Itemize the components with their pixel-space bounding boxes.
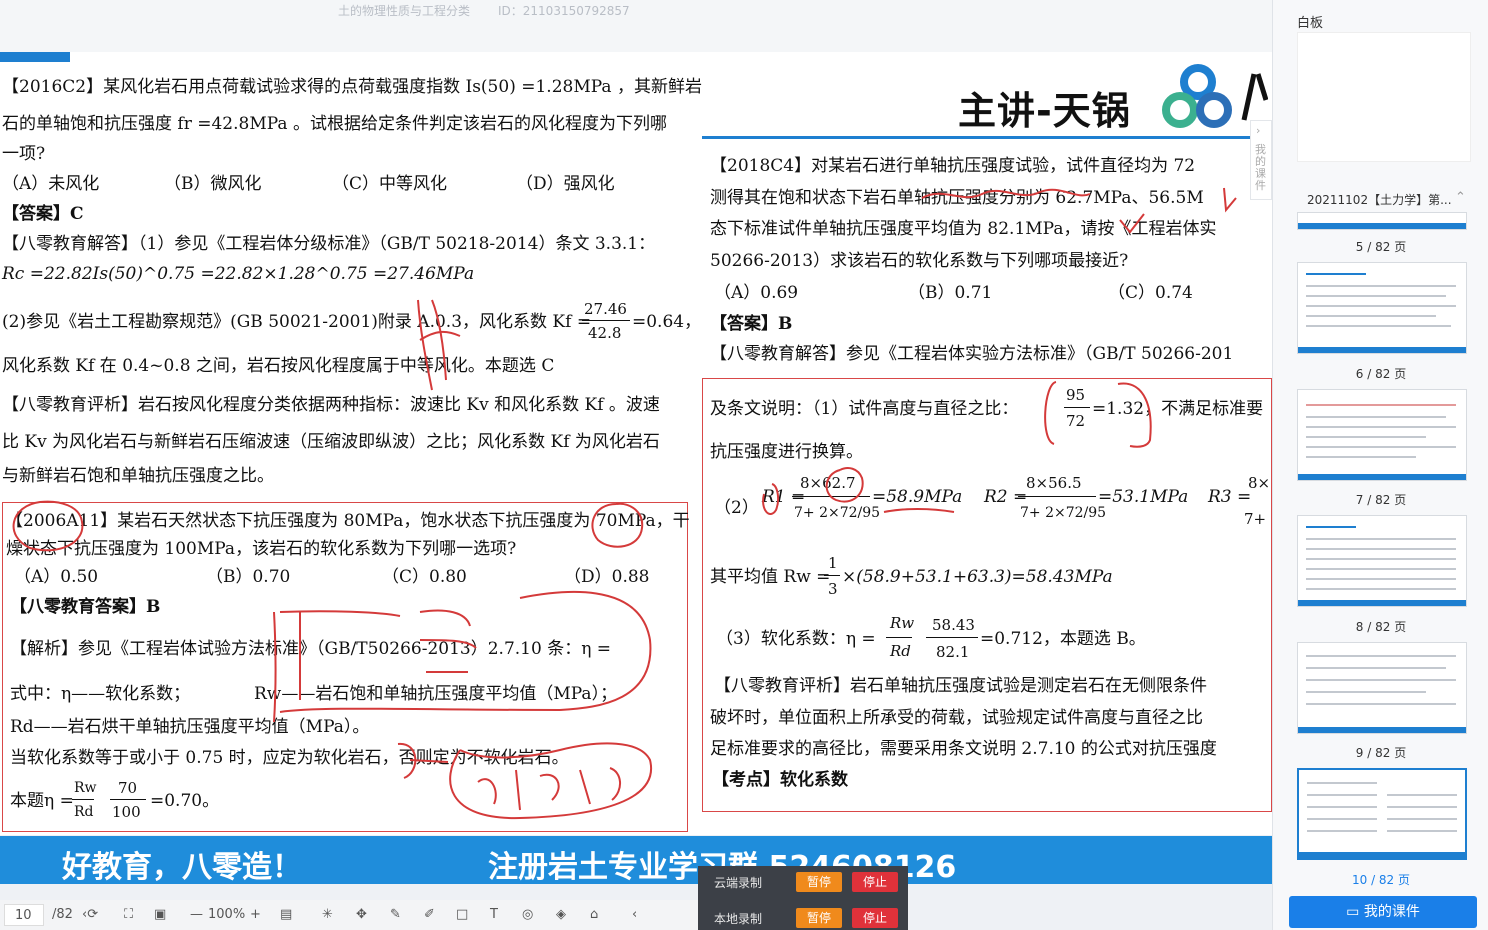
my-courseware-label: 我的课件 [1363, 904, 1420, 920]
whiteboard-thumbnail[interactable] [1297, 32, 1471, 162]
eraser-icon[interactable]: ◈ [556, 907, 566, 922]
my-courseware-button[interactable]: ▭ 我的课件 [1289, 896, 1477, 928]
page-label: 8 / 82 页 [1355, 620, 1407, 634]
page-label-current: 10 / 82 页 [1351, 873, 1411, 887]
cloud-pause-button[interactable]: 暂停 [796, 872, 842, 892]
page-label: 9 / 82 页 [1355, 746, 1407, 760]
pen-icon[interactable]: ✎ [390, 907, 401, 922]
rectangle-icon[interactable]: □ [456, 907, 468, 922]
zoom-level: 100% [208, 907, 246, 922]
player-toolbar: 10 /82 ‹⟳ ⛶ ▣ — 100% + ▤ ✳ ✥ ✎ ✐ □ T ◎ ◈… [0, 900, 700, 930]
slide-thumbnail[interactable] [1297, 212, 1467, 230]
slide-thumbnail[interactable] [1297, 515, 1467, 607]
text-icon[interactable]: T [490, 907, 498, 922]
zoom-out-icon[interactable]: — [190, 907, 203, 922]
slide-thumbnail-current[interactable] [1297, 768, 1467, 860]
clear-icon[interactable]: ⌂ [590, 907, 598, 922]
recording-panel: 云端录制 暂停 停止 本地录制 暂停 停止 [698, 866, 908, 930]
page-total: /82 [52, 907, 73, 922]
laser-pointer-icon[interactable]: ✳ [322, 907, 333, 922]
side-tab-label: 我的课件 [1255, 143, 1266, 192]
folder-icon: ▭ [1346, 904, 1364, 920]
handwriting-overlay [12, 187, 1237, 820]
page-label: 5 / 82 页 [1355, 240, 1407, 254]
page-label: 7 / 82 页 [1355, 493, 1407, 507]
zoom-in-icon[interactable]: + [250, 907, 261, 922]
local-stop-button[interactable]: 停止 [852, 908, 898, 928]
cloud-stop-button[interactable]: 停止 [852, 872, 898, 892]
shape-icon[interactable]: ◎ [522, 907, 533, 922]
fit-screen-icon[interactable]: ⛶ [124, 907, 133, 922]
slide-thumbnail[interactable] [1297, 642, 1467, 734]
side-tab-my-courseware[interactable]: › 我的课件 [1250, 120, 1272, 200]
page-label: 6 / 82 页 [1355, 367, 1407, 381]
prev-next-icon[interactable]: ‹⟳ [82, 907, 98, 922]
chevron-up-icon[interactable]: ⌃ [1455, 190, 1466, 205]
collapse-icon[interactable]: ‹ [632, 907, 637, 922]
move-icon[interactable]: ✥ [356, 907, 367, 922]
page-input[interactable]: 10 [4, 904, 44, 926]
fullscreen-icon[interactable]: ▣ [154, 907, 166, 922]
banner-slogan: 好教育，八零造！ [62, 850, 302, 885]
local-record-label: 本地录制 [714, 912, 763, 926]
right-sidebar: 白板 20211102【土力学】第... ⌃ 5 / 82 页 6 / 82 页… [1272, 0, 1488, 930]
chevron-right-icon: › [1256, 124, 1261, 137]
slide-thumbnail[interactable] [1297, 262, 1467, 354]
cloud-record-label: 云端录制 [714, 876, 763, 890]
highlighter-icon[interactable]: ✐ [424, 907, 435, 922]
footer-banner: 好教育，八零造！ 注册岩土专业学习群 524608126 [0, 836, 1272, 885]
course-title[interactable]: 20211102【土力学】第... [1307, 191, 1452, 208]
local-pause-button[interactable]: 暂停 [796, 908, 842, 928]
slide-thumbnail[interactable] [1297, 389, 1467, 481]
whiteboard-label: 白板 [1297, 16, 1324, 31]
notes-icon[interactable]: ▤ [280, 907, 292, 922]
